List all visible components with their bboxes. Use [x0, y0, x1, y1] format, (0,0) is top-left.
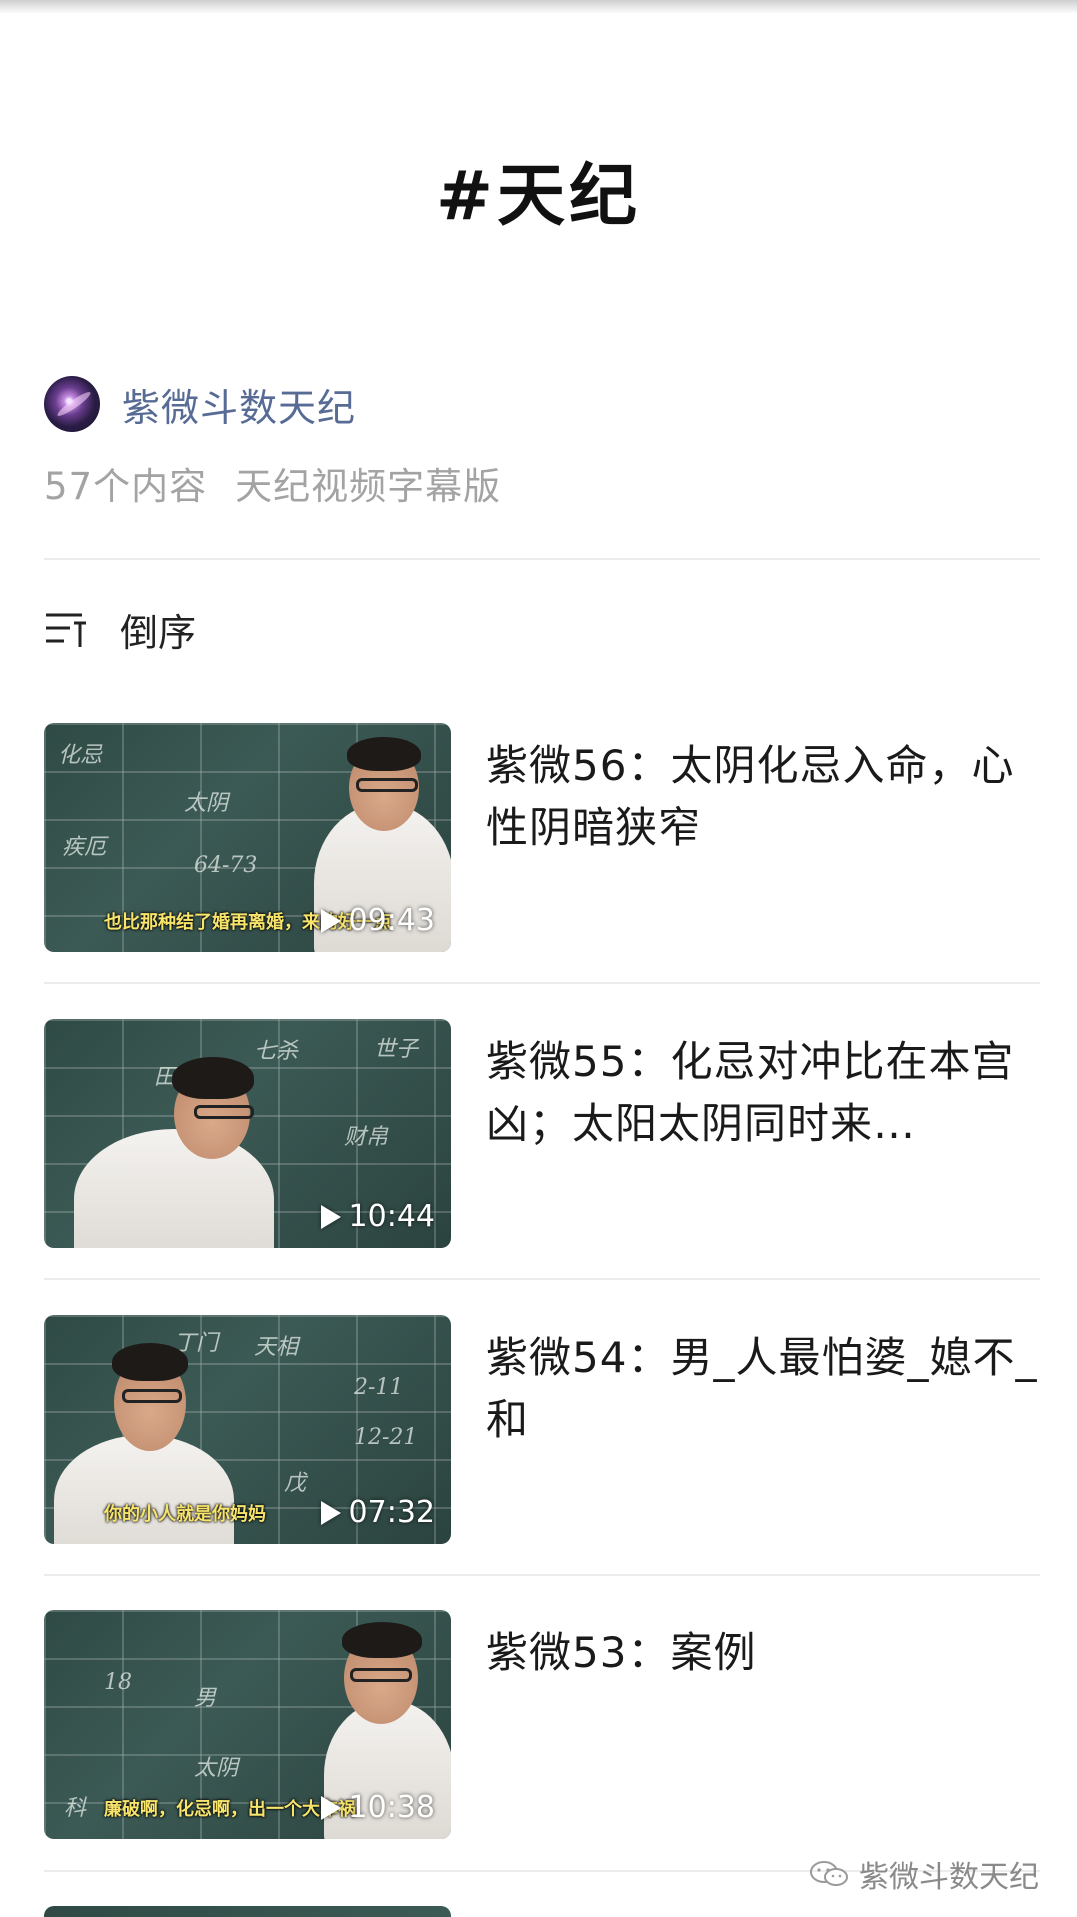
video-duration: 09:43 — [320, 903, 435, 938]
play-icon — [320, 908, 341, 933]
video-thumbnail-partial[interactable] — [44, 1906, 451, 1917]
content-count: 57个内容 — [44, 465, 208, 508]
duration-text: 10:44 — [348, 1199, 435, 1234]
video-thumbnail[interactable]: 七杀 世子 田宅 财帛 10:44 — [44, 1019, 451, 1248]
account-name[interactable]: 紫微斗数天纪 — [122, 377, 356, 432]
video-thumbnail[interactable]: 18 男 太阴 科 廉破啊，化忌啊，出一个大车祸 10:38 — [44, 1610, 451, 1839]
wechat-icon — [809, 1859, 849, 1889]
sort-order-icon — [44, 609, 90, 649]
sort-toggle[interactable]: 倒序 — [44, 604, 197, 655]
collection-name: 天纪视频字幕版 — [235, 465, 502, 508]
sort-label: 倒序 — [120, 610, 197, 655]
duration-text: 07:32 — [348, 1495, 435, 1530]
video-duration: 10:44 — [320, 1199, 435, 1234]
play-icon — [320, 1500, 341, 1525]
duration-text: 09:43 — [348, 903, 435, 938]
video-thumbnail[interactable]: 化忌 太阴 疾厄 64-73 也比那种结了婚再离婚，来的好一点 09:43 — [44, 723, 451, 952]
video-title[interactable]: 紫微55：化忌对冲比在本宫凶；太阳太阴同时来… — [486, 1031, 1046, 1155]
collection-meta: 57个内容 天纪视频字幕版 — [44, 456, 501, 510]
video-item[interactable]: 18 男 太阴 科 廉破啊，化忌啊，出一个大车祸 10:38 紫微53：案例 — [44, 1610, 1040, 1840]
watermark-text: 紫微斗数天纪 — [859, 1860, 1039, 1895]
top-status-strip — [0, 0, 1077, 14]
video-item[interactable]: 丁门 天相 2-11 12-21 戊 你的小人就是你妈妈 07:32 紫微54：… — [44, 1315, 1040, 1545]
video-thumbnail[interactable]: 丁门 天相 2-11 12-21 戊 你的小人就是你妈妈 07:32 — [44, 1315, 451, 1544]
video-duration: 10:38 — [320, 1790, 435, 1825]
divider — [44, 1574, 1040, 1576]
watermark: 紫微斗数天纪 — [809, 1852, 1039, 1896]
divider — [44, 982, 1040, 984]
video-item[interactable]: 七杀 世子 田宅 财帛 10:44 紫微55：化忌对冲比在本宫凶；太阳太阴同时来… — [44, 1019, 1040, 1249]
play-icon — [320, 1204, 341, 1229]
video-item[interactable]: 化忌 太阴 疾厄 64-73 也比那种结了婚再离婚，来的好一点 09:43 紫微… — [44, 723, 1040, 953]
video-duration: 07:32 — [320, 1495, 435, 1530]
divider — [44, 1278, 1040, 1280]
play-icon — [320, 1795, 341, 1820]
account-row[interactable]: 紫微斗数天纪 — [44, 374, 356, 434]
duration-text: 10:38 — [348, 1790, 435, 1825]
account-avatar[interactable] — [44, 376, 100, 432]
video-title[interactable]: 紫微56：太阴化忌入命，心性阴暗狭窄 — [486, 735, 1046, 859]
video-title[interactable]: 紫微53：案例 — [486, 1622, 1046, 1684]
video-title[interactable]: 紫微54：男_人最怕婆_媳不_和 — [486, 1327, 1046, 1451]
page-title: #天纪 — [436, 157, 641, 236]
divider — [44, 558, 1040, 560]
